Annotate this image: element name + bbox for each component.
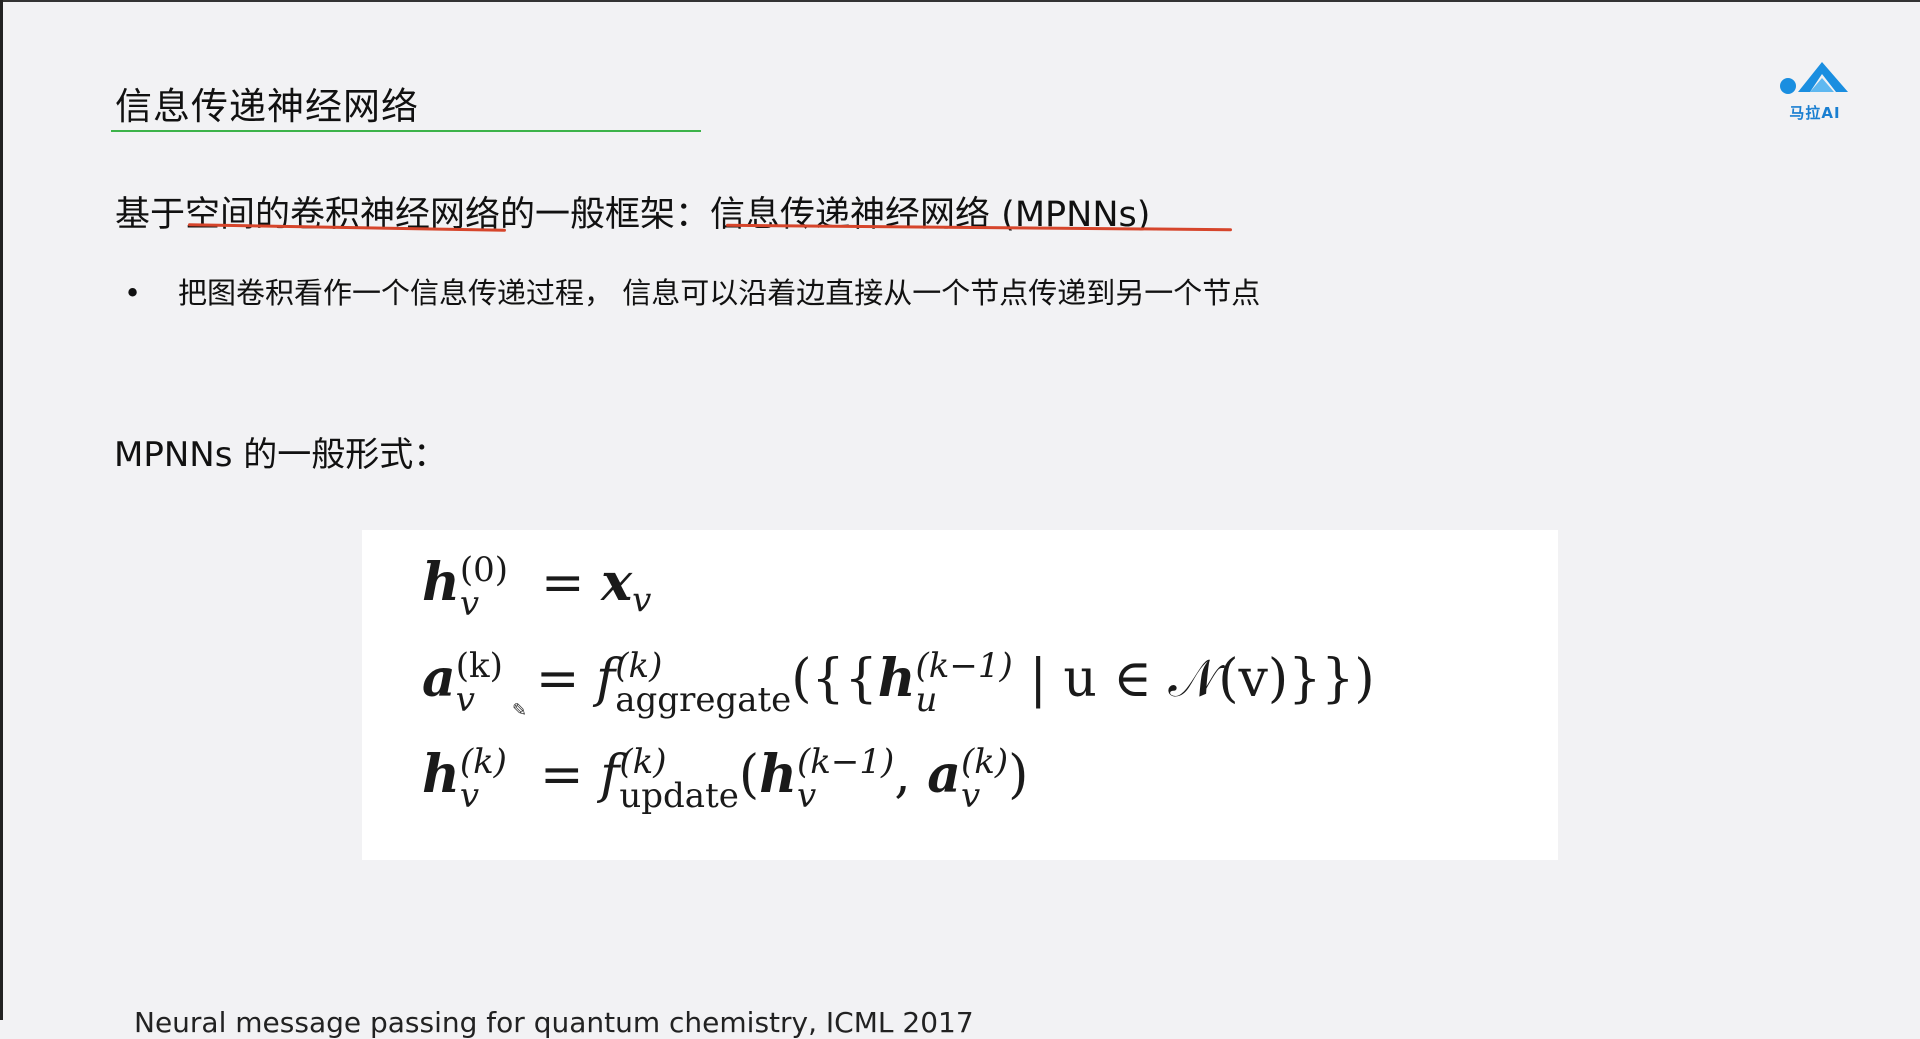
- equation-1: h (0) v = xv: [422, 549, 652, 624]
- bullet-item: • 把图卷积看作一个信息传递过程， 信息可以沿着边直接从一个节点传递到另一个节点: [124, 270, 1260, 312]
- equation-2: a (k) v = f (k) aggregate ({{h (k−1) u | u ∈ 𝒩(…: [422, 645, 1375, 720]
- brand-logo: 马拉AI: [1776, 52, 1854, 124]
- slide-title: 信息传递神经网络: [115, 85, 419, 128]
- eq3-lhs: h: [422, 744, 460, 805]
- eq2-arg-scripts: (k−1) u: [915, 645, 1013, 720]
- eq2-lhs: a: [422, 648, 456, 709]
- bullet-text: 把图卷积看作一个信息传递过程， 信息可以沿着边直接从一个节点传递到另一个节点: [178, 276, 1261, 310]
- eq3-arg-a-scripts: (k) v: [961, 741, 1009, 816]
- eq3-lhs-scripts: (k) v: [459, 741, 507, 816]
- eq2-func-scripts: (k) aggregate: [615, 645, 792, 720]
- eq1-lhs: h: [422, 552, 460, 613]
- logo-text: 马拉AI: [1789, 104, 1841, 122]
- window-top-edge: [0, 0, 1920, 2]
- eq3-arg-a: a: [927, 744, 961, 805]
- bullet-marker: •: [124, 276, 142, 310]
- eq3-func-scripts: (k) update: [619, 741, 739, 816]
- framework-heading: 基于空间的卷积神经网络的一般框架：信息传递神经网络 (MPNNs): [115, 186, 1150, 237]
- pen-cursor-icon: ✎: [512, 700, 528, 721]
- title-underline: [111, 130, 701, 132]
- logo-icon: [1780, 62, 1848, 94]
- eq2-lhs-scripts: (k) v: [455, 645, 503, 720]
- eq3-func: f: [600, 745, 620, 805]
- eq3-arg-h: h: [759, 744, 797, 805]
- eq2-arg-open: ({{: [791, 649, 878, 709]
- eq1-lhs-scripts: (0) v: [459, 549, 508, 624]
- eq2-arg-h: h: [877, 648, 916, 709]
- eq2-arg-rest: | u ∈ 𝒩(v)}}): [1012, 649, 1375, 709]
- eq2-func: f: [596, 649, 616, 709]
- heading-prefix: 基于: [115, 195, 186, 235]
- eq3-arg-h-scripts: (k−1) v: [796, 741, 895, 816]
- heading-middle: 的一般框架：: [500, 195, 711, 235]
- window-left-edge: [0, 0, 3, 1020]
- reference-footnote: Neural message passing for quantum chemi…: [134, 1006, 974, 1039]
- eq1-rhs: x: [601, 552, 633, 613]
- equation-3: h (k) v = f (k) update (h (k−1) v, a (k) v): [422, 741, 1029, 816]
- formula-image: h (0) v = xv a (k) v = f (k) aggregate ({{h (k−1…: [362, 530, 1558, 860]
- general-form-heading: MPNNs 的一般形式：: [114, 435, 448, 475]
